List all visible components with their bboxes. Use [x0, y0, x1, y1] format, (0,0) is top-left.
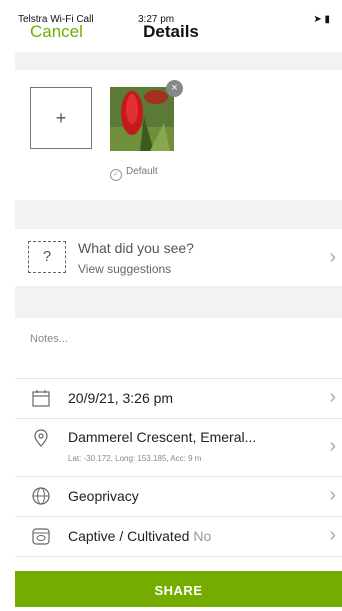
captive-value: No	[193, 528, 212, 544]
section-divider	[15, 52, 342, 70]
section-divider	[15, 200, 342, 229]
chevron-right-icon: ›	[329, 484, 336, 506]
species-prompt: What did you see?	[78, 240, 194, 256]
row-divider	[15, 556, 342, 557]
question-mark-icon: ?	[28, 241, 66, 273]
default-label: Default	[126, 166, 158, 177]
partial-row	[15, 556, 342, 571]
captive-label: Captive / Cultivated No	[68, 528, 211, 544]
geoprivacy-row[interactable]: Geoprivacy ›	[15, 476, 342, 516]
calendar-icon	[32, 390, 50, 407]
add-photo-button[interactable]: +	[30, 87, 92, 149]
captive-text: Captive / Cultivated	[68, 528, 190, 544]
share-button[interactable]: SHARE	[15, 571, 342, 607]
photo-thumbnail[interactable]	[110, 87, 174, 151]
chevron-right-icon: ›	[329, 246, 336, 268]
cancel-button[interactable]: Cancel	[30, 22, 83, 42]
captive-row[interactable]: Captive / Cultivated No ›	[15, 516, 342, 556]
flower-photo	[110, 87, 174, 151]
location-name: Dammerel Crescent, Emeral...	[68, 429, 257, 445]
check-circle-icon: ✓	[110, 169, 122, 181]
date-row[interactable]: 20/9/21, 3:26 pm ›	[15, 378, 342, 418]
nav-bar: Details Cancel	[0, 18, 342, 52]
location-row[interactable]: Dammerel Crescent, Emeral... Lat: -30.17…	[15, 418, 342, 476]
chevron-right-icon: ›	[329, 524, 336, 546]
notes-placeholder: Notes...	[30, 333, 68, 345]
planter-icon	[32, 528, 50, 545]
globe-icon	[32, 487, 50, 505]
photo-section: + × ✓ Default	[15, 70, 342, 200]
row-divider	[15, 378, 342, 379]
species-selector[interactable]: ? What did you see? View suggestions ›	[15, 229, 342, 286]
remove-photo-button[interactable]: ×	[166, 80, 183, 97]
default-photo-indicator[interactable]: ✓ Default	[110, 166, 158, 181]
notes-field[interactable]: Notes...	[15, 318, 342, 378]
location-pin-icon	[34, 429, 48, 447]
section-divider	[15, 286, 342, 318]
row-divider	[15, 516, 342, 517]
date-time-value: 20/9/21, 3:26 pm	[68, 390, 174, 406]
view-suggestions-link[interactable]: View suggestions	[78, 262, 171, 276]
chevron-right-icon: ›	[329, 386, 336, 408]
chevron-right-icon: ›	[329, 435, 336, 457]
geoprivacy-label: Geoprivacy	[68, 488, 139, 504]
location-coordinates: Lat: -30.172, Long: 153.185, Acc: 9 m	[68, 454, 202, 463]
row-divider	[15, 476, 342, 477]
row-divider	[15, 418, 342, 419]
